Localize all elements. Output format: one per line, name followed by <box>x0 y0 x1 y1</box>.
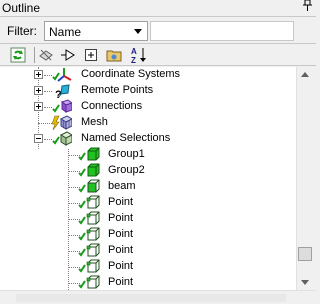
toolbar-separator <box>34 47 35 63</box>
suppress-icon[interactable] <box>37 46 55 64</box>
tree-item-mesh[interactable]: Mesh <box>0 115 296 131</box>
tree-item-point[interactable]: Point <box>0 211 296 227</box>
selection-body-icon <box>78 179 100 193</box>
panel-title: Outline <box>2 1 41 15</box>
outline-titlebar: Outline <box>0 0 316 17</box>
tree-item-label: Point <box>108 244 134 256</box>
tree-item-label: Group2 <box>108 164 145 176</box>
filter-search-input[interactable] <box>150 21 294 41</box>
tree-item-label: Point <box>108 260 134 272</box>
tree-item-label: beam <box>108 180 136 192</box>
expand-icon[interactable] <box>34 70 43 79</box>
folder-icon[interactable] <box>105 46 123 64</box>
tree-item-label: Mesh <box>81 116 108 128</box>
scroll-track[interactable] <box>16 294 286 302</box>
filter-type-select[interactable]: Name <box>44 21 148 41</box>
selection-point-icon <box>78 275 100 289</box>
svg-text:Z: Z <box>131 56 136 64</box>
selection-point-icon <box>78 259 100 273</box>
remote-points-icon: ? <box>55 84 70 99</box>
tree-item-point[interactable]: Point <box>0 195 296 211</box>
chevron-down-icon[interactable] <box>134 29 142 34</box>
tree-item-label: Group1 <box>108 148 145 160</box>
tree-item-group1[interactable]: Group1 <box>0 147 296 163</box>
tree-item-label: Point <box>108 196 134 208</box>
mesh-icon <box>51 115 72 131</box>
scroll-down-icon[interactable] <box>301 280 309 285</box>
selection-point-icon <box>78 211 100 225</box>
scroll-thumb[interactable] <box>298 247 312 261</box>
expand-icon[interactable] <box>34 102 43 111</box>
tree-item-label: Connections <box>81 100 143 112</box>
tree-item-label: Remote Points <box>81 84 154 96</box>
tree-item-coordinate-systems[interactable]: Coordinate Systems <box>0 67 296 83</box>
tree-item-label: Point <box>108 228 134 240</box>
group-green-icon <box>78 147 100 161</box>
connections-icon <box>52 99 72 113</box>
scroll-up-icon[interactable] <box>301 72 309 77</box>
tree-item-remote-points[interactable]: ? Remote Points <box>0 83 296 99</box>
pin-icon[interactable] <box>303 0 312 14</box>
tree-item-point[interactable]: Point <box>0 227 296 243</box>
selection-point-icon <box>78 243 100 257</box>
horizontal-scrollbar[interactable] <box>0 290 316 304</box>
tree-item-label: Point <box>108 212 134 224</box>
tree-item-group2[interactable]: Group2 <box>0 163 296 179</box>
expand-all-icon[interactable] <box>82 46 100 64</box>
filter-bar: Filter: Name <box>0 18 316 44</box>
refresh-icon[interactable] <box>9 46 27 64</box>
filter-label: Filter: <box>7 24 37 38</box>
named-selections-icon <box>52 131 72 146</box>
tree-item-named-selections[interactable]: Named Selections <box>0 131 296 147</box>
coordinate-systems-icon <box>52 68 72 82</box>
tree-item-point[interactable]: Point <box>0 275 296 290</box>
outline-toolbar: AZ <box>0 44 316 66</box>
tree-item-label: Coordinate Systems <box>81 68 181 80</box>
tree-item-beam[interactable]: beam <box>0 179 296 195</box>
tree-item-point[interactable]: Point <box>0 243 296 259</box>
expand-icon[interactable] <box>34 86 43 95</box>
outline-tree[interactable]: Coordinate Systems ? Remote Points Conne… <box>0 67 296 290</box>
tree-item-label: Point <box>108 276 134 288</box>
sort-az-icon[interactable]: AZ <box>130 46 148 64</box>
tree-filter-icon[interactable] <box>59 46 77 64</box>
svg-text:A: A <box>131 47 137 56</box>
selection-point-icon <box>78 227 100 241</box>
tree-item-point[interactable]: Point <box>0 259 296 275</box>
tree-item-label: Named Selections <box>81 132 171 144</box>
collapse-icon[interactable] <box>34 134 43 143</box>
filter-type-value: Name <box>49 25 82 39</box>
tree-item-connections[interactable]: Connections <box>0 99 296 115</box>
vertical-scrollbar[interactable] <box>296 67 313 290</box>
group-green-icon <box>78 163 100 177</box>
selection-point-icon <box>78 195 100 209</box>
